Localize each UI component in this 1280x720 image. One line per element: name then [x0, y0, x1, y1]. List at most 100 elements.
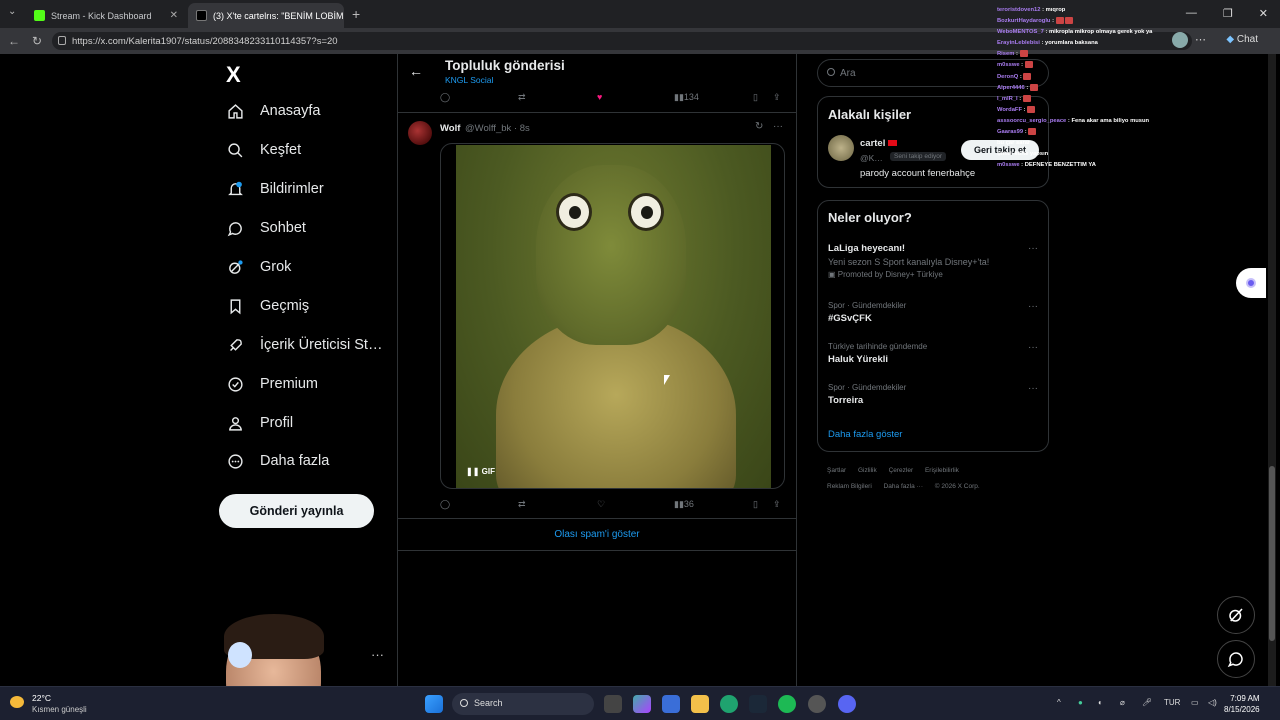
trend-item[interactable]: Spor · Gündemdekiler Torreira ···	[828, 383, 1040, 406]
copilot-icon[interactable]	[633, 695, 651, 713]
messages-fab-button[interactable]	[1217, 640, 1255, 678]
footer-link[interactable]: Gizlilik	[858, 467, 877, 474]
sidebar-item-creator-studio[interactable]: İçerik Üreticisi St…	[226, 336, 382, 354]
spotify-icon[interactable]	[778, 695, 796, 713]
edge-icon[interactable]	[720, 695, 738, 713]
back-icon[interactable]: ←	[8, 34, 20, 48]
share-icon[interactable]: ⇪	[773, 92, 781, 103]
scrollbar-thumb[interactable]	[1269, 466, 1275, 641]
back-arrow-icon[interactable]: ←	[409, 63, 423, 79]
avatar[interactable]	[828, 135, 854, 161]
windows-start-icon[interactable]	[425, 695, 443, 713]
divider	[398, 518, 796, 519]
more-icon[interactable]: ···	[773, 121, 783, 132]
sidebar-item-bookmarks[interactable]: Geçmiş	[226, 297, 309, 315]
tab-kick-dashboard[interactable]: Stream - Kick Dashboard ✕	[26, 3, 186, 28]
trend-item[interactable]: Spor · Gündemdekiler #GSvÇFK ···	[828, 301, 1040, 324]
steam-icon[interactable]	[749, 695, 767, 713]
assistant-icon	[1246, 278, 1256, 288]
related-user-name[interactable]: cartel	[860, 138, 897, 149]
restore-icon[interactable]: ❐	[1223, 7, 1233, 20]
tweet-media[interactable]: ❚❚ GIF	[440, 143, 785, 489]
emote-icon	[1023, 72, 1032, 80]
microphone-icon[interactable]: 🎤︎	[1142, 698, 1152, 707]
sidebar-item-grok[interactable]: Grok	[226, 258, 291, 276]
language-indicator[interactable]: TUR	[1164, 698, 1180, 707]
footer-link[interactable]: Reklam Bilgileri	[827, 483, 872, 490]
retweet-icon[interactable]: ⇄	[518, 92, 526, 103]
window-close-icon[interactable]: ✕	[1259, 7, 1268, 20]
related-user-handle[interactable]: @K…	[860, 153, 883, 163]
site-info-icon[interactable]	[58, 36, 66, 45]
share-icon[interactable]: ⇪	[773, 499, 781, 510]
more-icon[interactable]: ···	[1028, 243, 1038, 254]
assistant-sidebar-button[interactable]	[1236, 268, 1266, 298]
like-filled-icon[interactable]: ♥	[597, 92, 602, 102]
store-icon[interactable]	[662, 695, 680, 713]
x-logo[interactable]: X	[226, 62, 241, 88]
tray-chevron-icon[interactable]: ^	[1057, 698, 1061, 707]
more-icon[interactable]: ···	[1028, 342, 1038, 353]
like-icon[interactable]: ♡	[597, 499, 605, 510]
chat-line: ErayinLeblebisi : yorumlara baksana	[997, 40, 1098, 47]
views-icon[interactable]: ▮▮ 134	[674, 92, 699, 103]
network-icon[interactable]: ⌀	[1120, 698, 1125, 707]
gif-image[interactable]: ❚❚ GIF	[456, 145, 771, 488]
chat-line: m0sswe :	[997, 60, 1197, 71]
display-icon[interactable]: ▭	[1191, 698, 1199, 707]
more-icon[interactable]: ···	[1028, 383, 1038, 394]
sidebar-item-home[interactable]: Anasayfa	[226, 102, 320, 120]
footer-link[interactable]: Daha fazla ···	[884, 483, 923, 490]
sidebar-item-explore[interactable]: Keşfet	[226, 141, 301, 159]
app-icon[interactable]	[808, 695, 826, 713]
close-icon[interactable]: ✕	[170, 10, 178, 21]
tweet-author-name[interactable]: Wolf	[440, 123, 460, 134]
reply-icon[interactable]: ◯	[440, 92, 450, 103]
views-icon[interactable]: ▮▮ 36	[674, 499, 694, 510]
task-view-icon[interactable]	[604, 695, 622, 713]
tray-app-icon[interactable]: ●	[1078, 698, 1083, 707]
post-button[interactable]: Gönderi yayınla	[219, 494, 374, 528]
reload-icon[interactable]: ↻	[32, 34, 42, 48]
weather-widget[interactable]: 22°C Kısmen güneşli	[10, 693, 87, 714]
more-icon[interactable]: ···	[1028, 301, 1038, 312]
steam-tray-icon[interactable]: ◐	[1098, 698, 1103, 707]
grok-fab-button[interactable]	[1217, 596, 1255, 634]
follows-you-badge: Seni takip ediyor	[890, 152, 947, 161]
reply-icon[interactable]: ◯	[440, 499, 450, 510]
emote-icon	[1019, 50, 1028, 58]
sidebar-item-premium[interactable]: Premium	[226, 375, 318, 393]
page-scrollbar[interactable]	[1268, 54, 1276, 686]
emote-icon	[1022, 94, 1031, 102]
discord-icon[interactable]	[838, 695, 856, 713]
tab-x-post[interactable]: (3) X'te cartelrıs: "BENİM LOBİM B… ✕	[188, 3, 344, 28]
bookmark-icon[interactable]: ▯	[753, 92, 758, 103]
show-more-link[interactable]: Daha fazla göster	[828, 429, 902, 440]
tab-search-chevron-icon[interactable]: ⌄	[8, 6, 16, 17]
sidebar-item-more[interactable]: Daha fazla	[226, 452, 329, 470]
bookmark-icon[interactable]: ▯	[753, 499, 758, 510]
file-explorer-icon[interactable]	[691, 695, 709, 713]
tweet-author-handle[interactable]: @Wolff_bk · 8s	[465, 123, 530, 134]
copilot-chat-button[interactable]: ◆ Chat	[1226, 34, 1258, 45]
taskbar-search[interactable]: Search	[452, 693, 594, 715]
retweet-icon[interactable]: ⇄	[518, 499, 526, 510]
trend-item[interactable]: LaLiga heyecanı! Yeni sezon S Sport kana…	[828, 243, 1040, 279]
footer-link[interactable]: Erişilebilirlik	[925, 467, 959, 474]
community-link[interactable]: KNGL Social	[445, 75, 493, 85]
taskbar-clock[interactable]: 7:09 AM 8/15/2026	[1224, 693, 1260, 715]
grok-explain-icon[interactable]: ↻	[755, 121, 763, 132]
sidebar-item-chat[interactable]: Sohbet	[226, 219, 306, 237]
sidebar-item-notifications[interactable]: Bildirimler	[226, 180, 324, 198]
volume-icon[interactable]: ◁)	[1208, 698, 1217, 707]
gif-badge[interactable]: ❚❚ GIF	[466, 467, 495, 476]
show-spam-link[interactable]: Olası spam'i göster	[398, 529, 796, 540]
footer-link[interactable]: Şartlar	[827, 467, 846, 474]
flag-icon	[888, 140, 897, 147]
trend-item[interactable]: Türkiye tarihinde gündemde Haluk Yürekli…	[828, 342, 1040, 365]
avatar[interactable]	[408, 121, 432, 145]
sidebar-item-profile[interactable]: Profil	[226, 414, 293, 432]
grok-icon	[226, 258, 244, 276]
new-tab-plus-icon[interactable]: +	[352, 6, 360, 22]
footer-link[interactable]: Çerezler	[889, 467, 914, 474]
